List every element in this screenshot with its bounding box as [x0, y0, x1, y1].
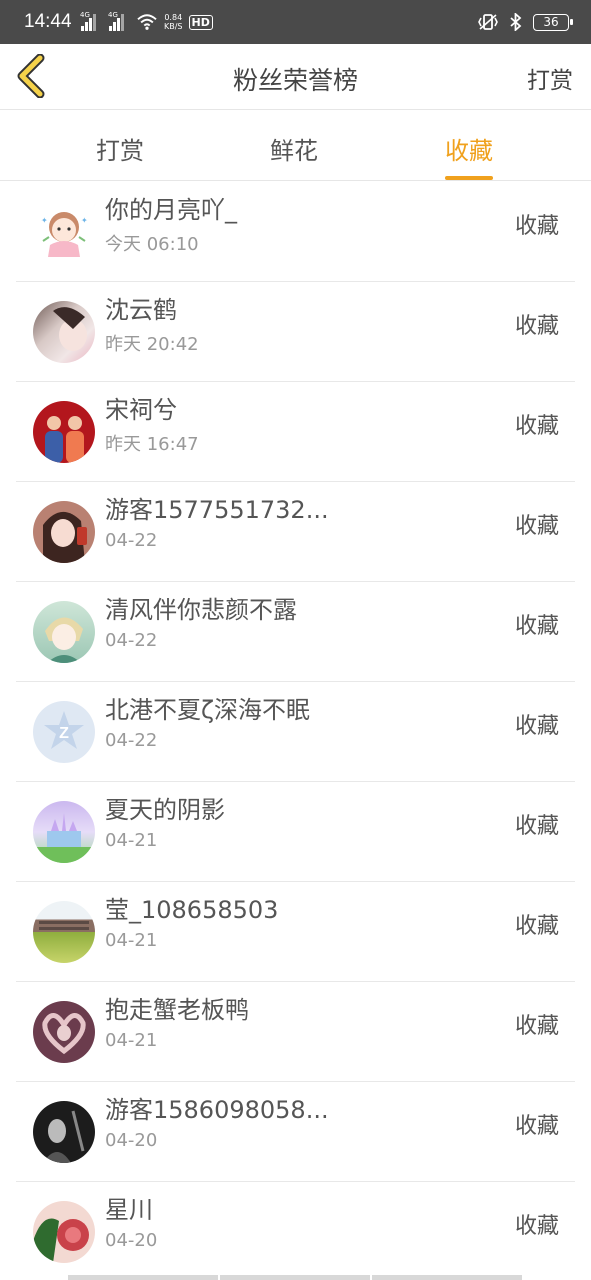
status-left-icons: 4G 4G 0.84 KB/S HD: [80, 11, 213, 31]
svg-text:✦: ✦: [81, 216, 88, 225]
avatar: [33, 501, 95, 563]
speed-value: 0.84: [164, 13, 183, 22]
favorite-time: 昨天 20:42: [105, 334, 199, 355]
list-item[interactable]: 清风伴你悲颜不露 04-22 收藏: [16, 582, 575, 682]
page-title: 粉丝荣誉榜: [232, 66, 358, 95]
signal-icon: 4G: [108, 11, 130, 31]
list-item[interactable]: 沈云鹤 昨天 20:42 收藏: [16, 282, 575, 382]
battery-level: 36: [543, 14, 559, 29]
favorite-time: 04-22: [105, 530, 158, 551]
avatar: [33, 301, 95, 363]
list-item[interactable]: Z 北港不夏ζ深海不眠 04-22 收藏: [16, 682, 575, 782]
favorite-time: 04-22: [105, 730, 158, 751]
avatar: [33, 1001, 95, 1063]
tab-label: 打赏: [96, 137, 144, 165]
signal-icon: 4G: [80, 11, 102, 31]
user-name: 抱走蟹老板鸭: [105, 996, 249, 1024]
tab-label: 鲜花: [270, 137, 318, 165]
favorite-label: 收藏: [514, 214, 559, 239]
vibrate-icon: [478, 14, 498, 30]
list-item[interactable]: 游客1577551732... 04-22 收藏: [16, 482, 575, 582]
favorite-time: 04-20: [105, 1230, 158, 1251]
status-time: 14:44: [24, 11, 72, 32]
favorite-time: 04-21: [105, 1030, 158, 1051]
status-right-icons: 36: [477, 13, 573, 31]
tip-action-button[interactable]: 打赏: [527, 61, 573, 95]
user-name: 游客1577551732...: [105, 496, 329, 524]
avatar: [33, 1201, 95, 1263]
favorite-label: 收藏: [514, 414, 559, 439]
user-name: 沈云鹤: [105, 296, 177, 324]
svg-text:✦: ✦: [41, 216, 48, 225]
favorite-time: 昨天 16:47: [105, 434, 199, 455]
user-name: 北港不夏ζ深海不眠: [105, 696, 311, 724]
user-name: 星川: [105, 1196, 153, 1224]
speed-unit: KB/S: [164, 22, 183, 31]
avatar: ✦ ✦: [33, 201, 95, 263]
tab-flowers[interactable]: 鲜花: [270, 131, 318, 166]
list-item[interactable]: 莹_108658503 04-21 收藏: [16, 882, 575, 982]
back-button[interactable]: [14, 53, 48, 99]
favorite-time: 今天 06:10: [105, 234, 199, 255]
avatar: Z: [33, 701, 95, 763]
favorite-label: 收藏: [514, 1014, 559, 1039]
default-avatar-icon: Z: [44, 711, 84, 749]
list-item[interactable]: 夏天的阴影 04-21 收藏: [16, 782, 575, 882]
favorite-time: 04-21: [105, 830, 158, 851]
favorite-label: 收藏: [514, 1114, 559, 1139]
tab-tip[interactable]: 打赏: [96, 131, 144, 166]
favorite-time: 04-20: [105, 1130, 158, 1151]
avatar: [33, 901, 95, 963]
list-item[interactable]: 星川 04-20 收藏: [16, 1182, 575, 1280]
favorite-label: 收藏: [514, 514, 559, 539]
avatar: [33, 1101, 95, 1163]
favorite-time: 04-21: [105, 930, 158, 951]
tab-favorites[interactable]: 收藏: [445, 131, 493, 180]
bluetooth-icon: [510, 13, 522, 31]
avatar: [33, 601, 95, 663]
favorite-label: 收藏: [514, 814, 559, 839]
user-name: 莹_108658503: [105, 896, 279, 924]
network-type-label: 4G: [108, 11, 118, 19]
favorite-label: 收藏: [514, 714, 559, 739]
tab-bar: 打赏 鲜花 收藏: [0, 111, 591, 181]
user-name: 夏天的阴影: [105, 796, 225, 824]
favorite-label: 收藏: [514, 1214, 559, 1239]
wifi-icon: [137, 14, 157, 30]
user-name: 清风伴你悲颜不露: [105, 596, 297, 624]
status-bar: 14:44 4G 4G 0.84 KB/S HD 36: [0, 0, 591, 44]
hd-indicator: HD: [188, 14, 213, 30]
list-item[interactable]: 抱走蟹老板鸭 04-21 收藏: [16, 982, 575, 1082]
avatar: [33, 401, 95, 463]
svg-text:Z: Z: [59, 725, 69, 742]
tab-active-indicator: [445, 176, 493, 180]
user-name: 宋祠兮: [105, 396, 177, 424]
list-item[interactable]: 宋祠兮 昨天 16:47 收藏: [16, 382, 575, 482]
bottom-scroll-hint: [68, 1275, 522, 1280]
list-item[interactable]: 游客1586098058... 04-20 收藏: [16, 1082, 575, 1182]
favorite-label: 收藏: [514, 314, 559, 339]
network-speed: 0.84 KB/S: [164, 13, 183, 31]
favorite-label: 收藏: [514, 914, 559, 939]
favorite-label: 收藏: [514, 614, 559, 639]
app-header: 粉丝荣誉榜 打赏: [0, 44, 591, 110]
favorite-time: 04-22: [105, 630, 158, 651]
fan-list: ✦ ✦ 你的月亮吖_ 今天 06:10 收藏 沈云鹤 昨天 20:42 收藏 宋…: [0, 182, 591, 1280]
list-item[interactable]: ✦ ✦ 你的月亮吖_ 今天 06:10 收藏: [16, 182, 575, 282]
tab-label: 收藏: [445, 137, 493, 165]
user-name: 游客1586098058...: [105, 1096, 329, 1124]
chevron-left-icon: [17, 53, 45, 99]
avatar: [33, 801, 95, 863]
battery-icon: 36: [533, 13, 573, 31]
user-name: 你的月亮吖_: [105, 196, 237, 224]
network-type-label: 4G: [80, 11, 90, 19]
